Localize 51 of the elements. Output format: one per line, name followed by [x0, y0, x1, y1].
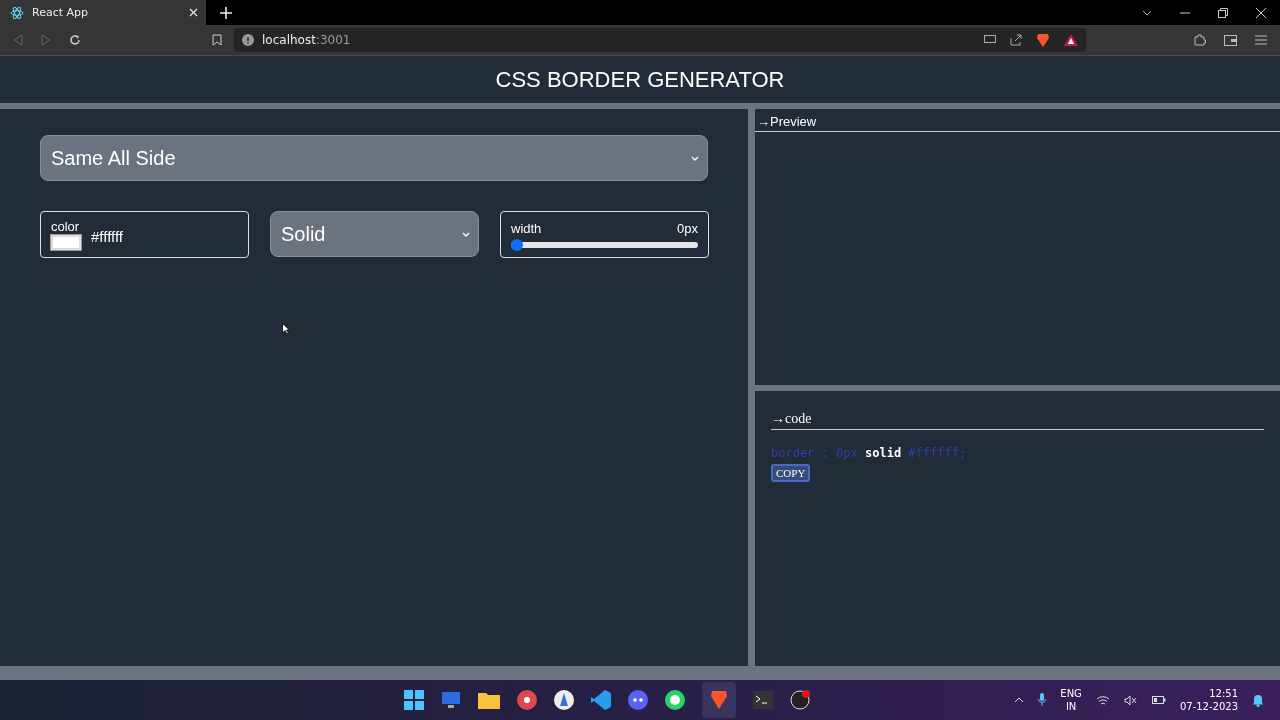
folder-icon[interactable]	[478, 691, 501, 709]
clock[interactable]: 12:51 07-12-2023	[1179, 687, 1238, 713]
slider-thumb[interactable]	[511, 239, 523, 251]
monitor-icon[interactable]	[441, 690, 462, 710]
windows-start-icon[interactable]	[404, 690, 425, 710]
chat-icon[interactable]	[628, 690, 649, 710]
preview-heading: →Preview	[755, 109, 1280, 132]
screen-icon[interactable]	[984, 35, 996, 45]
copy-button[interactable]: COPY	[771, 464, 811, 482]
triangle-icon[interactable]	[1064, 34, 1078, 46]
tab-title: React App	[32, 6, 89, 19]
puzzle-icon[interactable]	[1194, 34, 1206, 46]
language-indicator[interactable]: ENG IN	[1060, 687, 1082, 713]
record-icon[interactable]	[790, 690, 811, 710]
chevron-down-icon	[691, 155, 699, 161]
chevron-up-icon[interactable]	[1014, 697, 1025, 703]
atom-icon	[10, 5, 24, 20]
page-title: CSS BORDER GENERATOR	[495, 66, 785, 93]
bookmark-icon[interactable]	[212, 34, 222, 46]
color-swatch[interactable]	[51, 235, 81, 250]
info-icon	[242, 34, 254, 46]
color-field[interactable]: color #ffffff	[40, 211, 249, 258]
address-bar[interactable]: localhost:3001	[234, 28, 1086, 52]
battery-icon[interactable]	[1151, 696, 1166, 704]
code-editor-icon[interactable]	[591, 690, 612, 710]
wifi-icon[interactable]	[1095, 694, 1110, 706]
close-icon[interactable]	[189, 8, 198, 17]
code-heading: →code	[771, 411, 1264, 430]
browser-tab[interactable]: React App	[0, 0, 206, 25]
new-tab-icon[interactable]	[220, 6, 232, 19]
mode-select[interactable]: Same All Side	[40, 135, 708, 181]
share-icon[interactable]	[1010, 34, 1022, 46]
cursor-icon	[282, 323, 290, 335]
width-label: width	[511, 221, 542, 236]
reload-icon[interactable]	[69, 34, 81, 46]
bell-icon[interactable]	[1252, 693, 1264, 707]
wallet-icon[interactable]	[1224, 34, 1237, 46]
restore-icon[interactable]	[1218, 7, 1228, 18]
microphone-icon[interactable]	[1038, 693, 1047, 707]
code-line: border : 0px solid #ffffff;	[771, 446, 967, 460]
muted-speaker-icon[interactable]	[1123, 694, 1138, 706]
chevron-down-icon	[462, 231, 470, 237]
width-reading: 0px	[677, 221, 698, 236]
compass-icon[interactable]	[554, 690, 575, 710]
close-icon[interactable]	[1256, 7, 1266, 18]
menu-icon[interactable]	[1255, 35, 1267, 45]
chevron-down-icon[interactable]	[1142, 9, 1152, 16]
style-select[interactable]: Solid	[270, 211, 479, 257]
minimize-icon[interactable]	[1180, 11, 1190, 14]
terminal-icon[interactable]	[753, 691, 774, 709]
width-slider[interactable]	[511, 242, 698, 248]
